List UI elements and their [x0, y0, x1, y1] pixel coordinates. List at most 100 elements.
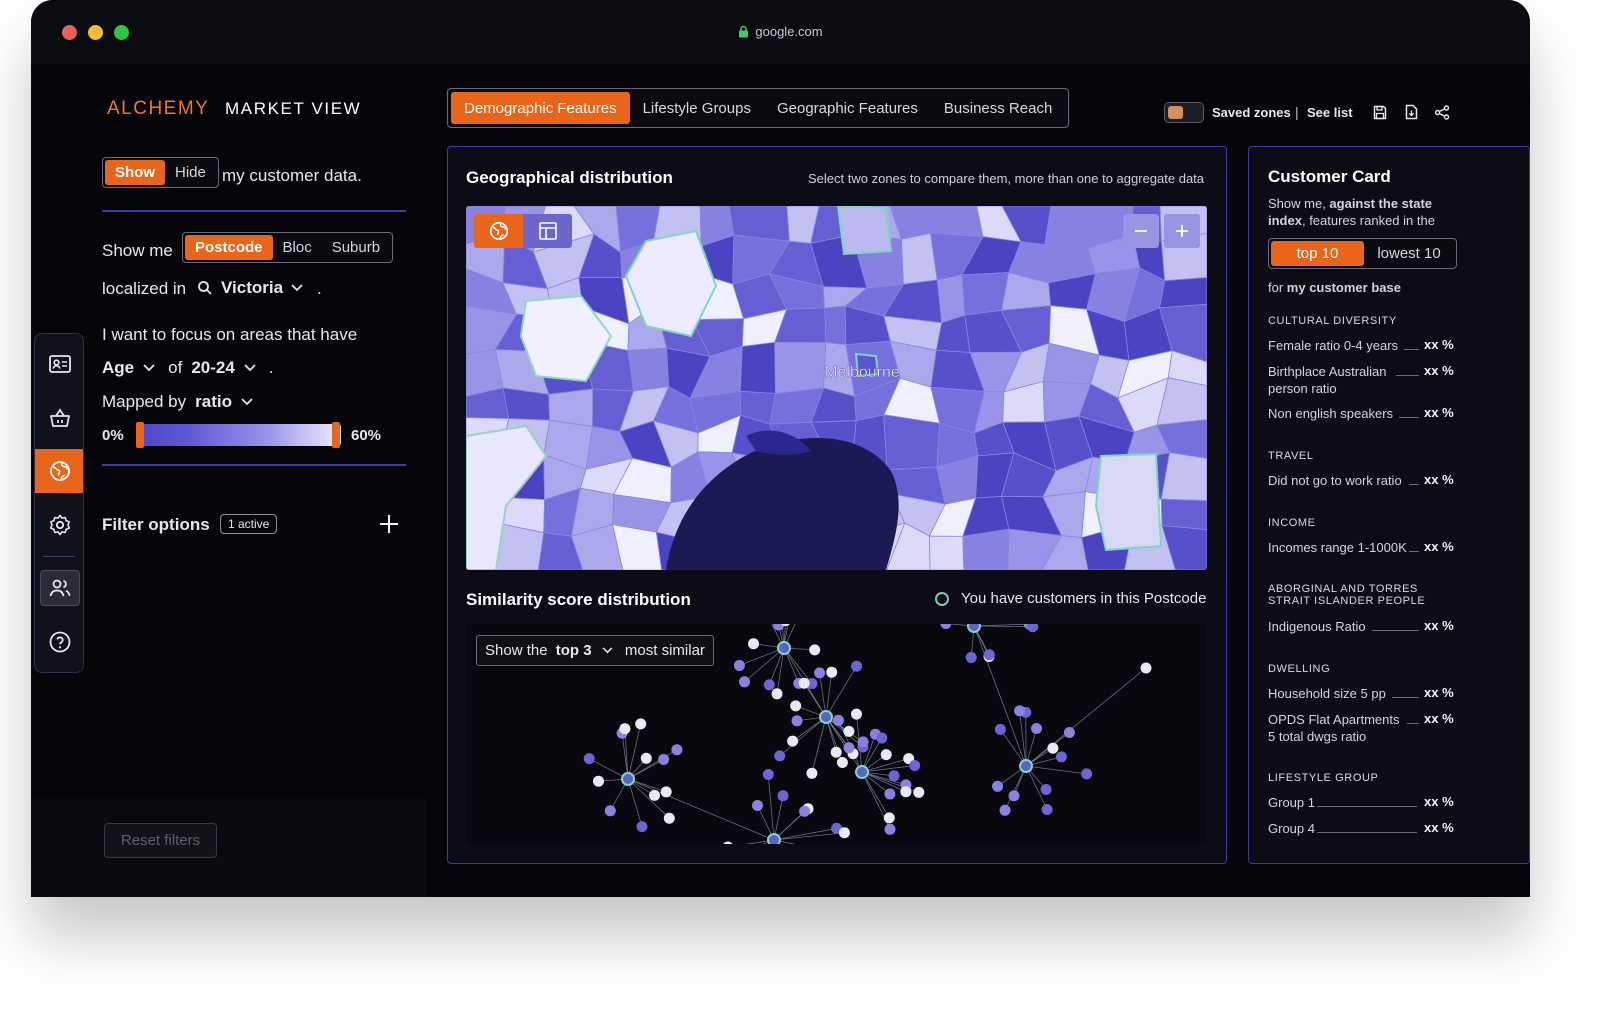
chevron-down-icon[interactable] [143, 364, 155, 372]
postcode-node[interactable] [1140, 662, 1152, 674]
range-handle-min[interactable] [136, 422, 144, 448]
postcode-option[interactable]: Postcode [185, 235, 273, 260]
postcode-node[interactable] [660, 786, 672, 798]
postcode-node[interactable] [814, 667, 826, 679]
postcode-region[interactable] [627, 347, 670, 392]
postcode-node[interactable] [791, 715, 803, 727]
top-n-selector[interactable]: Show the top 3 most similar [476, 635, 714, 666]
range-handle-max[interactable] [332, 422, 340, 448]
postcode-node[interactable] [1027, 624, 1039, 633]
customer-postcode-node[interactable] [967, 624, 981, 633]
feature-row[interactable]: Birthplace Australian person ratio [1268, 363, 1402, 397]
save-icon[interactable] [1373, 105, 1387, 120]
postcode-node[interactable] [994, 723, 1006, 735]
postcode-node[interactable] [663, 812, 675, 824]
postcode-node[interactable] [884, 823, 896, 835]
sidebar-item-profile[interactable] [35, 342, 83, 386]
selected-zone[interactable] [1094, 452, 1163, 552]
reset-filters-button[interactable]: Reset filters [104, 823, 217, 858]
tab-demographic-features[interactable]: Demographic Features [451, 92, 630, 124]
postcode-node[interactable] [1063, 727, 1075, 738]
postcode-node[interactable] [832, 714, 844, 726]
customer-postcode-node[interactable] [819, 710, 833, 724]
postcode-node[interactable] [619, 723, 631, 735]
postcode-node[interactable] [787, 735, 799, 747]
postcode-node[interactable] [1014, 705, 1026, 717]
postcode-node[interactable] [733, 660, 745, 671]
customer-postcode-node[interactable] [855, 765, 869, 779]
postcode-node[interactable] [739, 676, 750, 688]
postcode-node[interactable] [748, 638, 759, 650]
postcode-node[interactable] [900, 786, 912, 798]
map-canvas[interactable]: Melbourne [466, 206, 1207, 570]
postcode-node[interactable] [1055, 751, 1067, 763]
postcode-region[interactable] [883, 414, 941, 471]
postcode-node[interactable] [809, 644, 821, 656]
postcode-node[interactable] [752, 800, 763, 811]
postcode-node[interactable] [771, 688, 783, 700]
tab-business-reach[interactable]: Business Reach [931, 92, 1065, 124]
postcode-node[interactable] [777, 790, 789, 802]
postcode-node[interactable] [965, 652, 977, 663]
postcode-node[interactable] [593, 775, 604, 787]
postcode-node[interactable] [843, 742, 855, 754]
choropleth-map[interactable]: Melbourne [466, 206, 1207, 570]
show-button[interactable]: Show [105, 160, 165, 185]
postcode-region[interactable] [1044, 206, 1089, 249]
postcode-node[interactable] [999, 804, 1011, 816]
sidebar-item-map[interactable] [35, 449, 83, 493]
postcode-node[interactable] [799, 805, 811, 817]
postcode-node[interactable] [836, 757, 848, 768]
postcode-region[interactable] [739, 341, 776, 394]
age-range-dropdown[interactable]: 20-24 [191, 358, 234, 378]
postcode-node[interactable] [774, 750, 786, 762]
postcode-node[interactable] [913, 786, 925, 798]
postcode-node[interactable] [649, 789, 660, 801]
postcode-node[interactable] [851, 660, 863, 672]
postcode-node[interactable] [830, 746, 842, 758]
postcode-region[interactable] [774, 341, 827, 394]
customer-postcode-node[interactable] [767, 833, 781, 844]
postcode-region[interactable] [962, 528, 1010, 570]
address-bar[interactable]: google.com [31, 24, 1530, 39]
sidebar-item-settings[interactable] [35, 503, 83, 547]
saved-zones-toggle[interactable] [1164, 102, 1204, 123]
postcode-node[interactable] [806, 767, 818, 779]
tab-geographic-features[interactable]: Geographic Features [764, 92, 931, 124]
sidebar-item-basket[interactable] [35, 396, 83, 440]
postcode-node[interactable] [640, 752, 652, 764]
postcode-node[interactable] [857, 736, 869, 748]
postcode-node[interactable] [671, 744, 683, 756]
postcode-node[interactable] [604, 805, 616, 817]
postcode-node[interactable] [763, 679, 775, 691]
chevron-down-icon[interactable] [244, 364, 256, 372]
postcode-node[interactable] [888, 770, 900, 782]
export-file-icon[interactable] [1405, 104, 1418, 120]
postcode-node[interactable] [876, 732, 888, 744]
chevron-down-icon[interactable] [241, 398, 253, 406]
postcode-node[interactable] [790, 700, 802, 712]
region-selector[interactable]: Victoria [197, 278, 303, 298]
postcode-node[interactable] [583, 753, 595, 765]
map-view-button[interactable] [474, 214, 523, 248]
sidebar-item-users[interactable] [35, 566, 83, 610]
feature-row[interactable]: OPDS Flat Apartments 5 total dwgs ratio [1268, 711, 1408, 745]
postcode-region[interactable] [1159, 277, 1208, 309]
postcode-node[interactable] [636, 821, 648, 833]
postcode-region[interactable] [1160, 452, 1207, 502]
postcode-node[interactable] [843, 725, 855, 737]
customer-postcode-node[interactable] [777, 641, 791, 655]
top-10-button[interactable]: top 10 [1271, 241, 1364, 266]
postcode-node[interactable] [884, 788, 896, 800]
postcode-node[interactable] [1008, 790, 1020, 802]
postcode-node[interactable] [940, 624, 952, 629]
postcode-region[interactable] [824, 305, 847, 346]
selected-zone[interactable] [836, 206, 893, 256]
postcode-region[interactable] [1160, 498, 1207, 531]
bloc-option[interactable]: Bloc [273, 235, 322, 260]
postcode-node[interactable] [658, 754, 670, 765]
postcode-node[interactable] [838, 827, 850, 839]
postcode-node[interactable] [909, 760, 921, 771]
postcode-node[interactable] [1040, 784, 1052, 795]
postcode-node[interactable] [883, 812, 895, 824]
